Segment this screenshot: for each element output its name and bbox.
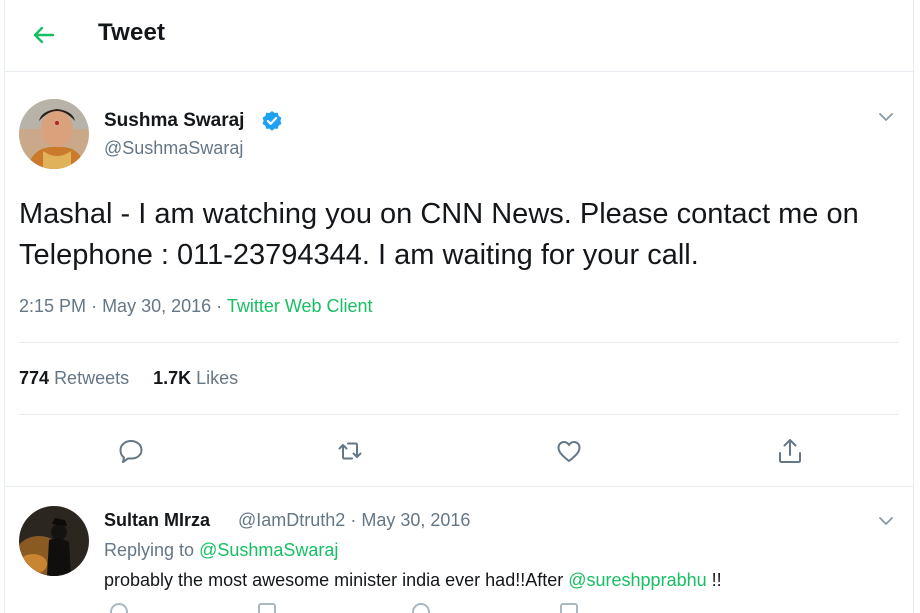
avatar[interactable] bbox=[19, 99, 89, 169]
reply-icon bbox=[119, 440, 143, 463]
reply-avatar[interactable] bbox=[19, 506, 89, 576]
author-handle[interactable]: @SushmaSwaraj bbox=[104, 138, 243, 159]
reply-retweet-icon[interactable] bbox=[258, 603, 276, 613]
reply-text-body: probably the most awesome minister india… bbox=[104, 570, 564, 590]
author-name[interactable]: Sushma Swaraj bbox=[104, 110, 244, 132]
tweet-text: Mashal - I am watching you on CNN News. … bbox=[19, 198, 859, 271]
retweets-stat[interactable]: 774 Retweets bbox=[19, 368, 129, 388]
reply-share-icon[interactable] bbox=[560, 603, 578, 613]
likes-stat[interactable]: 1.7K Likes bbox=[153, 368, 238, 388]
retweets-count: 774 bbox=[19, 368, 50, 388]
chevron-down-icon bbox=[879, 517, 893, 525]
reply-text: probably the most awesome minister india… bbox=[104, 570, 722, 591]
tweet-time[interactable]: 2:15 PM bbox=[19, 296, 86, 316]
replying-label: Replying to bbox=[104, 540, 195, 560]
share-icon bbox=[779, 439, 801, 463]
reply-more-options-button[interactable] bbox=[877, 512, 895, 530]
verified-badge-icon bbox=[261, 110, 283, 132]
meta-dot: · bbox=[91, 296, 103, 316]
meta-dot: · bbox=[216, 296, 227, 316]
tweet-client[interactable]: Twitter Web Client bbox=[227, 296, 373, 316]
divider bbox=[19, 342, 899, 343]
likes-label: Likes bbox=[196, 368, 239, 388]
tweet-date[interactable]: May 30, 2016 bbox=[102, 296, 211, 316]
reply-reply-icon[interactable] bbox=[110, 603, 128, 613]
tweet-page: Tweet Sushma Swaraj @SushmaSwaraj Mashal… bbox=[4, 0, 914, 613]
reply-author-handle[interactable]: @IamDtruth2 bbox=[238, 510, 345, 530]
tweet-stats: 774 Retweets 1.7K Likes bbox=[19, 368, 238, 389]
tweet-meta: 2:15 PM · May 30, 2016 · Twitter Web Cli… bbox=[19, 296, 373, 317]
replying-to: Replying to @SushmaSwaraj bbox=[104, 540, 338, 561]
reply-like-icon[interactable] bbox=[412, 603, 430, 613]
meta-dot: · bbox=[350, 510, 362, 530]
reply-text-tail: !! bbox=[711, 570, 722, 590]
share-button[interactable] bbox=[775, 436, 805, 466]
divider bbox=[5, 486, 913, 487]
reply-date[interactable]: May 30, 2016 bbox=[361, 510, 470, 530]
likes-count: 1.7K bbox=[153, 368, 192, 388]
arrow-left-icon bbox=[33, 26, 55, 44]
heart-icon bbox=[557, 441, 581, 462]
reply-actions bbox=[104, 603, 704, 613]
reply-meta: @IamDtruth2 · May 30, 2016 bbox=[238, 510, 470, 531]
more-options-button[interactable] bbox=[877, 108, 895, 126]
reply-mention-link[interactable]: @sureshpprabhu bbox=[568, 570, 706, 590]
divider bbox=[19, 414, 899, 415]
page-header: Tweet bbox=[5, 0, 913, 72]
chevron-down-icon bbox=[879, 113, 893, 121]
like-button[interactable] bbox=[554, 436, 584, 466]
page-title: Tweet bbox=[98, 19, 166, 46]
reply-button[interactable] bbox=[116, 436, 146, 466]
replying-mention-link[interactable]: @SushmaSwaraj bbox=[199, 540, 338, 560]
back-button[interactable] bbox=[29, 20, 59, 50]
retweet-icon bbox=[338, 442, 362, 460]
retweets-label: Retweets bbox=[54, 368, 130, 388]
reply-author-name[interactable]: Sultan MIrza bbox=[104, 510, 210, 531]
retweet-button[interactable] bbox=[335, 436, 365, 466]
